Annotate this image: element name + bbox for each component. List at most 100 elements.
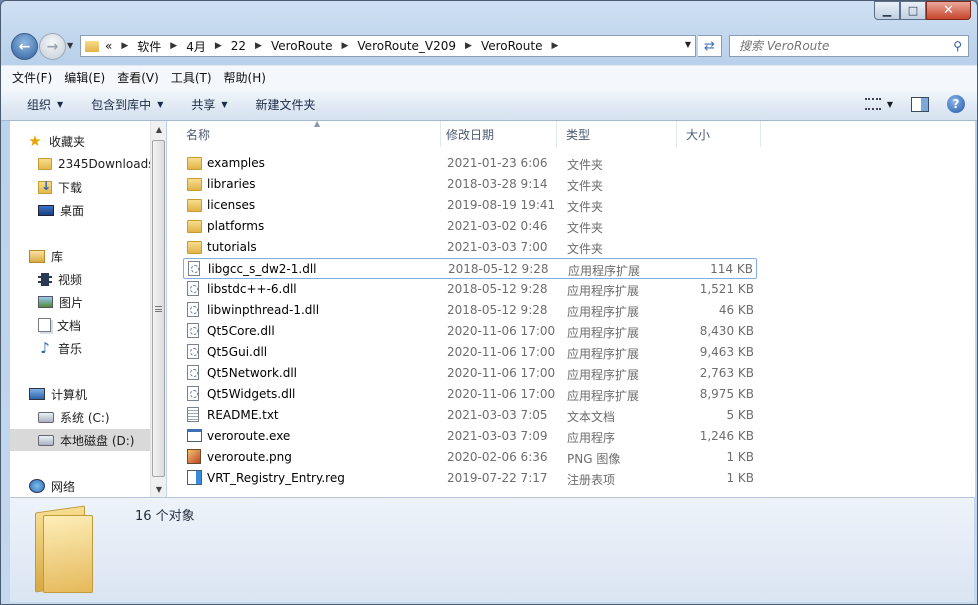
file-row[interactable]: Qt5Network.dll 2020-11-06 17:00 应用程序扩展 2,76…: [183, 363, 757, 384]
breadcrumb-separator-icon[interactable]: ▶: [255, 41, 262, 51]
breadcrumb-separator-icon[interactable]: ▶: [341, 41, 348, 51]
nav-item-videos[interactable]: 视频: [10, 268, 150, 290]
scroll-down-arrow-icon[interactable]: ▼: [151, 481, 167, 497]
chevron-down-icon: ▼: [221, 100, 228, 109]
address-bar[interactable]: « ▶ 软件 ▶ 4月 ▶ 22 ▶ VeroRoute ▶ VeroRoute…: [80, 35, 696, 57]
menu-file[interactable]: 文件(F): [12, 69, 52, 86]
close-button[interactable]: ✕: [926, 1, 971, 20]
nav-item-label: 本地磁盘 (D:): [60, 433, 135, 448]
column-header-date[interactable]: 修改日期: [437, 121, 557, 147]
nav-item-pictures[interactable]: 图片: [10, 291, 150, 313]
column-header-size[interactable]: 大小: [677, 121, 761, 147]
folder-icon: [187, 178, 202, 191]
breadcrumb-item[interactable]: VeroRoute_V209: [357, 39, 456, 53]
scrollbar-thumb[interactable]: [152, 140, 165, 477]
navigation-scrollbar[interactable]: ▲ ▼: [150, 121, 166, 497]
breadcrumb-separator-icon[interactable]: ▶: [170, 41, 177, 51]
file-date: 2018-03-28 9:14: [447, 177, 548, 191]
breadcrumb-overflow[interactable]: «: [105, 39, 112, 53]
breadcrumb-separator-icon[interactable]: ▶: [215, 41, 222, 51]
grip-icon: [155, 305, 162, 312]
address-history-dropdown[interactable]: ▼: [685, 40, 691, 49]
include-in-library-button[interactable]: 包含到库中 ▼: [91, 96, 163, 113]
nav-computer[interactable]: 计算机: [29, 383, 87, 405]
nav-item-drive-d[interactable]: 本地磁盘 (D:): [10, 429, 150, 451]
file-row[interactable]: libgcc_s_dw2-1.dll 2018-05-12 9:28 应用程序扩展 1…: [183, 258, 757, 279]
file-row[interactable]: tutorials 2021-03-03 7:00 文件夹: [183, 237, 757, 258]
minimize-button[interactable]: ▁: [874, 1, 900, 20]
file-type: 应用程序扩展: [567, 368, 640, 382]
breadcrumb-item[interactable]: VeroRoute: [481, 39, 543, 53]
help-icon[interactable]: ?: [947, 95, 965, 113]
column-header-type[interactable]: 类型: [557, 121, 677, 147]
search-input[interactable]: [739, 39, 939, 53]
file-name: Qt5Network.dll: [207, 366, 297, 380]
nav-item-documents[interactable]: 文档: [10, 314, 150, 336]
file-date: 2018-05-12 9:28: [447, 303, 548, 317]
file-row[interactable]: platforms 2021-03-02 0:46 文件夹: [183, 216, 757, 237]
file-name: tutorials: [207, 240, 257, 254]
file-row[interactable]: licenses 2019-08-19 19:41 文件夹: [183, 195, 757, 216]
scroll-up-arrow-icon[interactable]: ▲: [151, 121, 167, 137]
file-date: 2021-03-03 7:00: [447, 240, 548, 254]
recent-pages-dropdown[interactable]: ▼: [67, 41, 73, 50]
nav-favorites[interactable]: ★ 收藏夹: [27, 130, 85, 152]
nav-item-music[interactable]: ♪ 音乐: [10, 337, 150, 359]
nav-item-desktop[interactable]: 桌面: [10, 199, 150, 221]
back-button[interactable]: ←: [11, 33, 38, 60]
breadcrumb-separator-icon[interactable]: ▶: [121, 41, 128, 51]
file-row[interactable]: libwinpthread-1.dll 2018-05-12 9:28 应用程序扩展…: [183, 300, 757, 321]
nav-network[interactable]: 网络: [29, 475, 75, 497]
menu-help[interactable]: 帮助(H): [224, 69, 266, 86]
downloads-folder-icon: [38, 179, 52, 194]
breadcrumb-item[interactable]: VeroRoute: [271, 39, 333, 53]
system-drive-icon: [38, 411, 54, 423]
file-row[interactable]: Qt5Core.dll 2020-11-06 17:00 应用程序扩展 8,430 K…: [183, 321, 757, 342]
new-folder-button[interactable]: 新建文件夹: [256, 96, 316, 113]
menu-view[interactable]: 查看(V): [117, 69, 159, 86]
nav-item-downloads[interactable]: 下载: [10, 176, 150, 198]
breadcrumb-item[interactable]: 22: [231, 39, 246, 53]
folder-icon: [187, 220, 202, 233]
organize-button[interactable]: 组织 ▼: [27, 96, 63, 113]
breadcrumb-item[interactable]: 4月: [186, 38, 206, 55]
file-row[interactable]: libraries 2018-03-28 9:14 文件夹: [183, 174, 757, 195]
refresh-button[interactable]: ⇄: [698, 35, 722, 57]
view-details-icon[interactable]: [864, 98, 881, 110]
menu-tools[interactable]: 工具(T): [171, 69, 212, 86]
view-options-dropdown[interactable]: ▼: [887, 100, 893, 109]
registry-file-icon: [187, 470, 202, 485]
maximize-button[interactable]: □: [900, 1, 926, 20]
nav-libraries[interactable]: 库: [29, 245, 63, 267]
breadcrumb-separator-icon[interactable]: ▶: [551, 41, 558, 51]
share-button[interactable]: 共享 ▼: [191, 96, 227, 113]
file-size: 8,975 KB: [699, 387, 754, 401]
breadcrumb-item[interactable]: 软件: [137, 38, 161, 55]
file-row[interactable]: veroroute.exe 2021-03-03 7:09 应用程序 1,246 KB: [183, 426, 757, 447]
file-row[interactable]: VRT_Registry_Entry.reg 2019-07-22 7:17 注册表…: [183, 468, 757, 489]
file-row[interactable]: Qt5Widgets.dll 2020-11-06 17:00 应用程序扩展 8,97…: [183, 384, 757, 405]
file-row[interactable]: README.txt 2021-03-03 7:05 文本文档 5 KB: [183, 405, 757, 426]
search-box[interactable]: ⚲: [729, 35, 969, 57]
menu-edit[interactable]: 编辑(E): [64, 69, 105, 86]
share-label: 共享: [191, 98, 216, 112]
nav-item-2345downloads[interactable]: 2345Downloads: [10, 153, 150, 175]
file-row[interactable]: examples 2021-01-23 6:06 文件夹: [183, 153, 757, 174]
file-icon-cell: [187, 281, 199, 296]
column-header-name[interactable]: 名称 ▲: [177, 121, 441, 147]
search-icon[interactable]: ⚲: [953, 39, 962, 53]
file-size: 8,430 KB: [699, 324, 754, 338]
nav-favorites-label: 收藏夹: [49, 134, 86, 149]
file-date: 2020-02-06 6:36: [447, 450, 548, 464]
file-date: 2020-11-06 17:00: [447, 345, 556, 359]
file-row[interactable]: Qt5Gui.dll 2020-11-06 17:00 应用程序扩展 9,463 KB: [183, 342, 757, 363]
breadcrumb-separator-icon[interactable]: ▶: [465, 41, 472, 51]
folder-icon: [187, 157, 202, 170]
forward-button[interactable]: →: [39, 33, 66, 60]
nav-item-drive-c[interactable]: 系统 (C:): [10, 406, 150, 428]
preview-pane-icon[interactable]: [911, 96, 929, 112]
file-list: 名称 ▲ 修改日期 类型 大小 examples 2021-01-23 6:06 文…: [167, 121, 975, 497]
file-icon-cell: [188, 261, 200, 276]
file-row[interactable]: veroroute.png 2020-02-06 6:36 PNG 图像 1 KB: [183, 447, 757, 468]
file-row[interactable]: libstdc++-6.dll 2018-05-12 9:28 应用程序扩展 1,52…: [183, 279, 757, 300]
